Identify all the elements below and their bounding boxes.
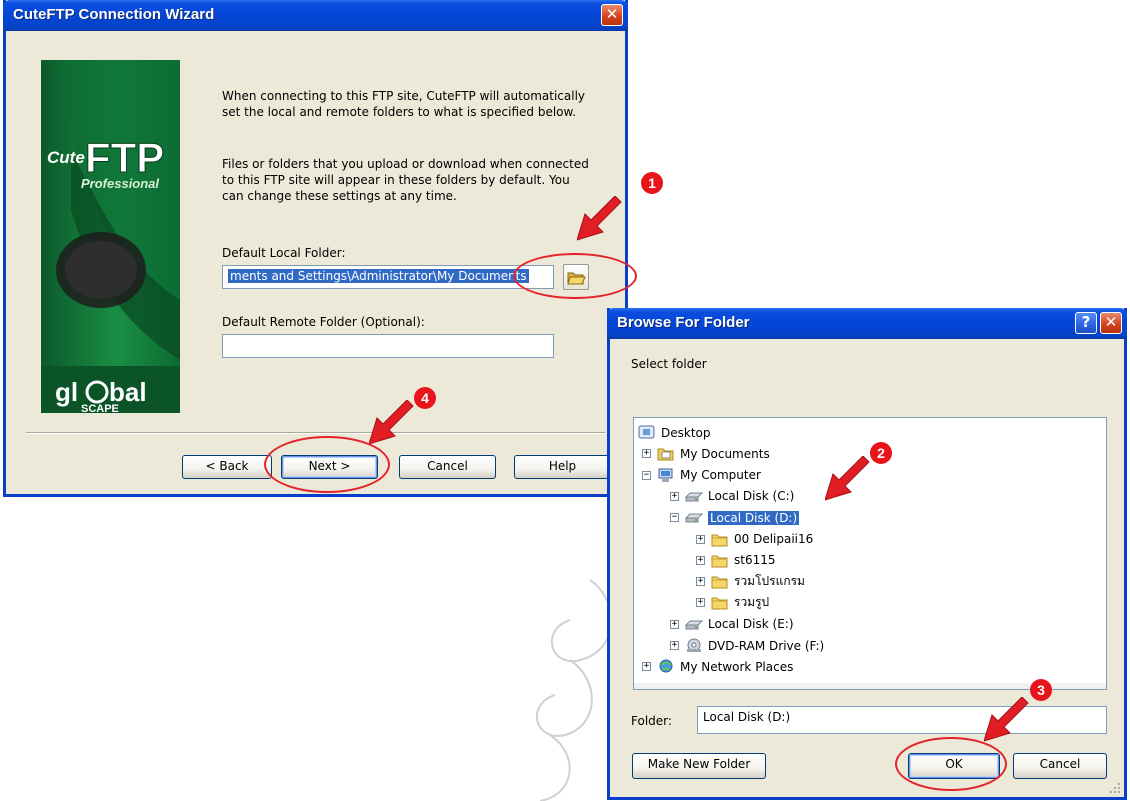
folder-icon (711, 574, 729, 589)
tree-item-label: 00 Delipaii16 (734, 532, 814, 546)
wizard-titlebar[interactable]: CuteFTP Connection Wizard ✕ (3, 0, 628, 31)
step-2-arrow-icon (825, 456, 870, 501)
step-3-arrow-icon (984, 697, 1029, 742)
network-icon (657, 659, 675, 674)
svg-text:FTP: FTP (85, 134, 164, 181)
make-new-folder-button[interactable]: Make New Folder (632, 753, 766, 779)
help-icon: ? (1081, 313, 1091, 331)
browse-titlebar[interactable]: Browse For Folder ? ✕ (607, 308, 1127, 339)
tree-item[interactable]: + DVD-RAM Drive (F:) (670, 635, 824, 656)
step-4-badge: 4 (414, 387, 436, 409)
wizard-divider (26, 432, 605, 434)
tree-item-label: รวมโปรแกรม (734, 574, 805, 589)
resize-grip-icon[interactable] (1109, 782, 1121, 794)
collapse-icon[interactable]: − (642, 470, 651, 480)
expand-icon[interactable]: + (670, 619, 679, 629)
tree-item[interactable]: + My Network Places (642, 656, 793, 677)
default-local-folder-input[interactable]: ments and Settings\Administrator\My Docu… (222, 265, 554, 289)
close-icon: ✕ (1104, 313, 1118, 331)
tree-item[interactable]: Desktop (638, 422, 711, 443)
browse-window: Browse For Folder ? ✕ Select folder Desk… (607, 308, 1127, 800)
tree-item[interactable]: + รวมรูป (696, 592, 769, 613)
expand-icon[interactable]: + (696, 534, 705, 544)
tree-item-label: st6115 (734, 553, 776, 568)
default-local-folder-label: Default Local Folder: (222, 246, 346, 260)
folder-label: Folder: (631, 714, 672, 728)
desktop-icon (638, 425, 656, 440)
svg-text:Professional: Professional (81, 176, 159, 191)
step-3-badge: 3 (1030, 679, 1052, 701)
tree-item-label-selected: Local Disk (D:) (708, 510, 800, 525)
browse-help-button[interactable]: ? (1075, 312, 1097, 334)
browse-close-button[interactable]: ✕ (1100, 312, 1122, 334)
tree-item[interactable]: +00 Delipaii16 (696, 529, 813, 550)
collapse-icon[interactable]: − (670, 513, 679, 523)
step-1-badge: 1 (641, 172, 663, 194)
step-1-highlight-ring (513, 253, 637, 299)
svg-text:SCAPE: SCAPE (81, 403, 119, 413)
back-button[interactable]: < Back (182, 455, 272, 479)
tree-item[interactable]: − Local Disk (D:) (670, 507, 800, 528)
wizard-title: CuteFTP Connection Wizard (13, 6, 215, 23)
folder-docs-icon (657, 446, 675, 461)
expand-icon[interactable]: + (642, 449, 651, 459)
folder-input-value: Local Disk (D:) (703, 710, 791, 724)
default-remote-folder-label: Default Remote Folder (Optional): (222, 315, 425, 329)
step-4-highlight-ring (264, 436, 390, 493)
wizard-close-button[interactable]: ✕ (601, 4, 623, 26)
browse-title: Browse For Folder (617, 314, 750, 331)
tree-item-label: Desktop (661, 425, 711, 440)
wizard-intro-paragraph-1: When connecting to this FTP site, CuteFT… (222, 89, 586, 119)
tree-item-label: My Computer (680, 468, 761, 483)
tree-item[interactable]: + Local Disk (E:) (670, 614, 794, 635)
step-1-arrow-icon (577, 196, 622, 241)
step-2-badge: 2 (870, 442, 892, 464)
expand-icon[interactable]: + (696, 555, 705, 565)
tree-item[interactable]: + st6115 (696, 550, 776, 571)
cuteftp-logo-art: Cute FTP Professional gl bal SCAPE (41, 60, 180, 413)
watermark-art (536, 579, 613, 801)
tree-item[interactable]: + My Documents (642, 443, 770, 464)
dvd-drive-icon (685, 638, 703, 653)
tree-item-label: My Documents (680, 446, 770, 461)
cuteftp-logo-panel: Cute FTP Professional gl bal SCAPE (41, 60, 180, 413)
wizard-window: CuteFTP Connection Wizard ✕ Cute FTP Pro… (3, 0, 628, 497)
computer-icon (657, 468, 675, 483)
step-3-highlight-ring (895, 737, 1007, 791)
wizard-intro-paragraph-2: Files or folders that you upload or down… (222, 157, 589, 203)
folder-icon (711, 595, 729, 610)
svg-text:Cute: Cute (47, 148, 85, 167)
tree-item[interactable]: − My Computer (642, 465, 761, 486)
drive-icon (684, 617, 704, 632)
tree-item-label: Local Disk (C:) (708, 489, 795, 504)
drive-icon (684, 489, 704, 504)
expand-icon[interactable]: + (670, 491, 679, 501)
tree-item-label: Local Disk (E:) (708, 617, 794, 632)
expand-icon[interactable]: + (670, 641, 679, 650)
tree-item-label: DVD-RAM Drive (F:) (708, 638, 825, 653)
default-local-folder-value: ments and Settings\Administrator\My Docu… (228, 269, 529, 283)
drive-icon (684, 510, 704, 525)
default-remote-folder-input[interactable] (222, 334, 554, 358)
expand-icon[interactable]: + (696, 577, 705, 587)
svg-text:gl: gl (55, 377, 78, 407)
folder-icon (711, 553, 729, 568)
expand-icon[interactable]: + (642, 662, 651, 672)
browse-cancel-button[interactable]: Cancel (1013, 753, 1107, 779)
tree-item-label: รวมรูป (734, 595, 770, 610)
folder-icon (711, 532, 729, 547)
tree-item-label: My Network Places (680, 659, 794, 674)
folder-input[interactable]: Local Disk (D:) (697, 706, 1107, 734)
wizard-cancel-button[interactable]: Cancel (399, 455, 496, 479)
browse-prompt: Select folder (631, 357, 707, 371)
help-button[interactable]: Help (514, 455, 611, 479)
tree-item[interactable]: + Local Disk (C:) (670, 486, 794, 507)
tree-item[interactable]: + รวมโปรแกรม (696, 571, 805, 592)
step-4-arrow-icon (369, 400, 414, 445)
close-icon: ✕ (605, 5, 619, 23)
expand-icon[interactable]: + (696, 598, 705, 608)
